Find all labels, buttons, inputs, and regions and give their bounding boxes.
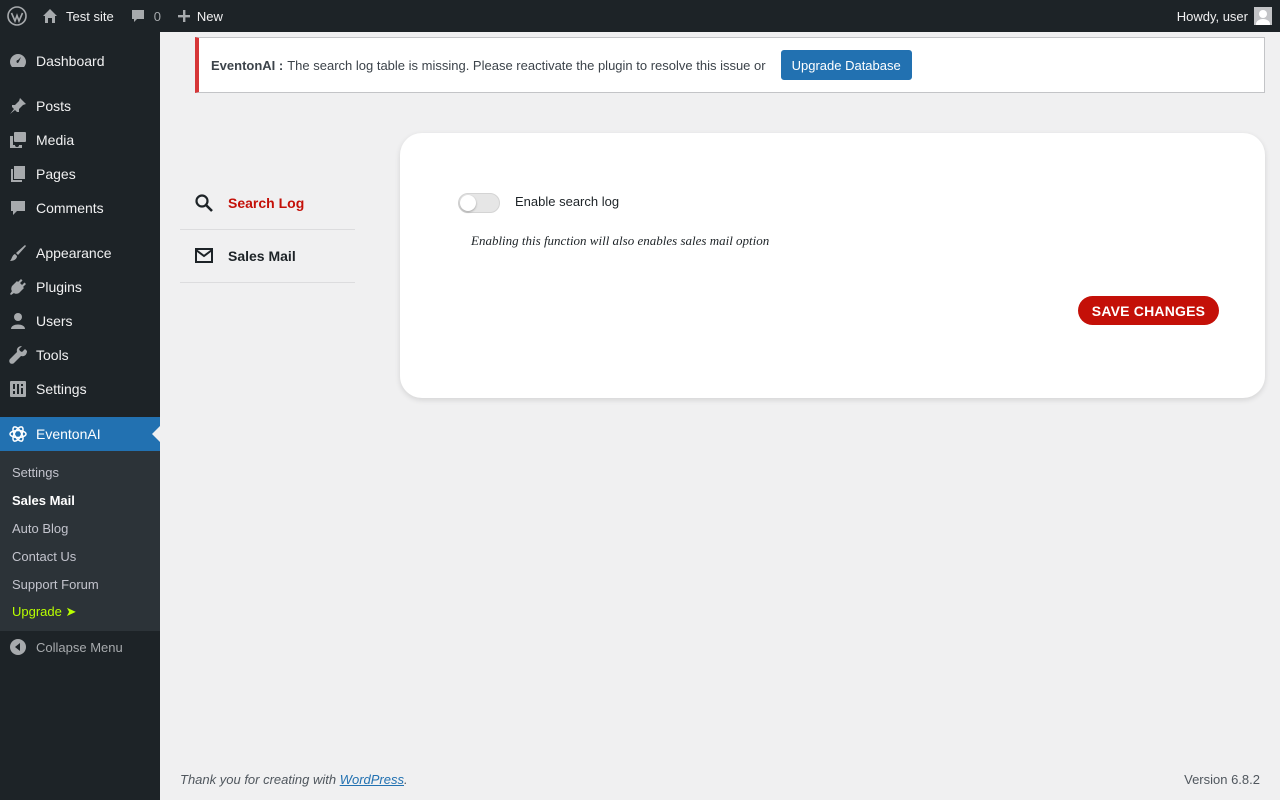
- submenu-sales-mail[interactable]: Sales Mail: [0, 486, 160, 514]
- menu-item-tools[interactable]: Tools: [0, 338, 160, 372]
- menu-label: Posts: [36, 98, 72, 114]
- error-notice: EventonAI : The search log table is miss…: [195, 37, 1265, 93]
- save-changes-button[interactable]: SAVE CHANGES: [1078, 296, 1219, 325]
- menu-item-eventonai[interactable]: EventonAI: [0, 417, 160, 451]
- home-icon: [43, 9, 57, 23]
- submenu-upgrade[interactable]: Upgrade ➤: [0, 598, 160, 626]
- pages-icon: [0, 165, 36, 183]
- avatar: [1254, 7, 1272, 25]
- dashboard-icon: [0, 51, 36, 71]
- enable-search-log-toggle[interactable]: [458, 193, 500, 213]
- menu-label: EventonAI: [36, 426, 101, 442]
- search-icon: [180, 193, 228, 213]
- comments-count: 0: [153, 8, 161, 24]
- collapse-label: Collapse Menu: [36, 639, 123, 655]
- upgrade-database-button[interactable]: Upgrade Database: [780, 50, 912, 80]
- submenu-auto-blog[interactable]: Auto Blog: [0, 514, 160, 542]
- site-name-link[interactable]: Test site: [34, 0, 122, 32]
- comment-icon: [0, 199, 36, 217]
- menu-label: Users: [36, 313, 73, 329]
- notice-message: The search log table is missing. Please …: [287, 57, 766, 73]
- menu-item-plugins[interactable]: Plugins: [0, 270, 160, 304]
- user-icon: [0, 312, 36, 330]
- menu-item-users[interactable]: Users: [0, 304, 160, 338]
- settings-icon: [0, 380, 36, 398]
- site-name: Test site: [66, 8, 114, 24]
- menu-item-media[interactable]: Media: [0, 123, 160, 157]
- wordpress-logo-icon[interactable]: [0, 0, 34, 32]
- menu-item-comments[interactable]: Comments: [0, 191, 160, 225]
- menu-label: Comments: [36, 200, 104, 216]
- footer-period: .: [404, 772, 408, 787]
- settings-tabs: Search Log Sales Mail: [180, 177, 355, 283]
- menu-label: Dashboard: [36, 53, 105, 69]
- mail-icon: [180, 247, 228, 265]
- toggle-label: Enable search log: [515, 194, 620, 209]
- plug-icon: [0, 278, 36, 296]
- menu-item-appearance[interactable]: Appearance: [0, 236, 160, 270]
- submenu-settings[interactable]: Settings: [0, 458, 160, 486]
- wrench-icon: [0, 346, 36, 364]
- footer-thanks: Thank you for creating with WordPress.: [180, 772, 408, 787]
- tab-sales-mail[interactable]: Sales Mail: [180, 230, 355, 283]
- account-menu[interactable]: Howdy, user: [1177, 0, 1272, 32]
- menu-label: Pages: [36, 166, 76, 182]
- menu-label: Settings: [36, 381, 87, 397]
- notice-plugin-name: EventonAI :: [211, 57, 284, 73]
- menu-label: Tools: [36, 347, 69, 363]
- settings-card: Enable search log Enabling this function…: [400, 133, 1265, 398]
- menu-item-pages[interactable]: Pages: [0, 157, 160, 191]
- menu-label: Plugins: [36, 279, 82, 295]
- tab-search-log[interactable]: Search Log: [180, 177, 355, 230]
- admin-sidebar: Dashboard Posts Media Pages Comments App…: [0, 32, 160, 800]
- brush-icon: [0, 244, 36, 262]
- new-content-link[interactable]: New: [169, 0, 231, 32]
- collapse-menu-button[interactable]: Collapse Menu: [0, 632, 160, 662]
- submenu-contact-us[interactable]: Contact Us: [0, 542, 160, 570]
- plus-icon: [177, 10, 190, 22]
- footer-thanks-text: Thank you for creating with: [180, 772, 340, 787]
- wordpress-link[interactable]: WordPress: [340, 772, 404, 787]
- howdy-text: Howdy, user: [1176, 8, 1248, 24]
- tab-label: Search Log: [228, 195, 305, 211]
- submenu-support-forum[interactable]: Support Forum: [0, 570, 160, 598]
- menu-item-dashboard[interactable]: Dashboard: [0, 44, 160, 78]
- help-text: Enabling this function will also enables…: [471, 233, 770, 248]
- eventonai-submenu: Settings Sales Mail Auto Blog Contact Us…: [0, 451, 160, 631]
- collapse-arrow-icon: [0, 638, 36, 656]
- toggle-knob: [460, 195, 476, 211]
- menu-item-posts[interactable]: Posts: [0, 89, 160, 123]
- menu-label: Appearance: [36, 245, 112, 261]
- admin-bar: Test site 0 New Howdy, user: [0, 0, 1280, 32]
- footer-version: Version 6.8.2: [1184, 772, 1260, 787]
- menu-item-settings[interactable]: Settings: [0, 372, 160, 406]
- pin-icon: [0, 97, 36, 115]
- new-label: New: [196, 8, 223, 24]
- openai-icon: [0, 424, 36, 444]
- menu-label: Media: [36, 132, 75, 148]
- comment-icon: [131, 10, 144, 22]
- comments-link[interactable]: 0: [122, 0, 169, 32]
- tab-label: Sales Mail: [228, 248, 296, 264]
- media-icon: [0, 131, 36, 149]
